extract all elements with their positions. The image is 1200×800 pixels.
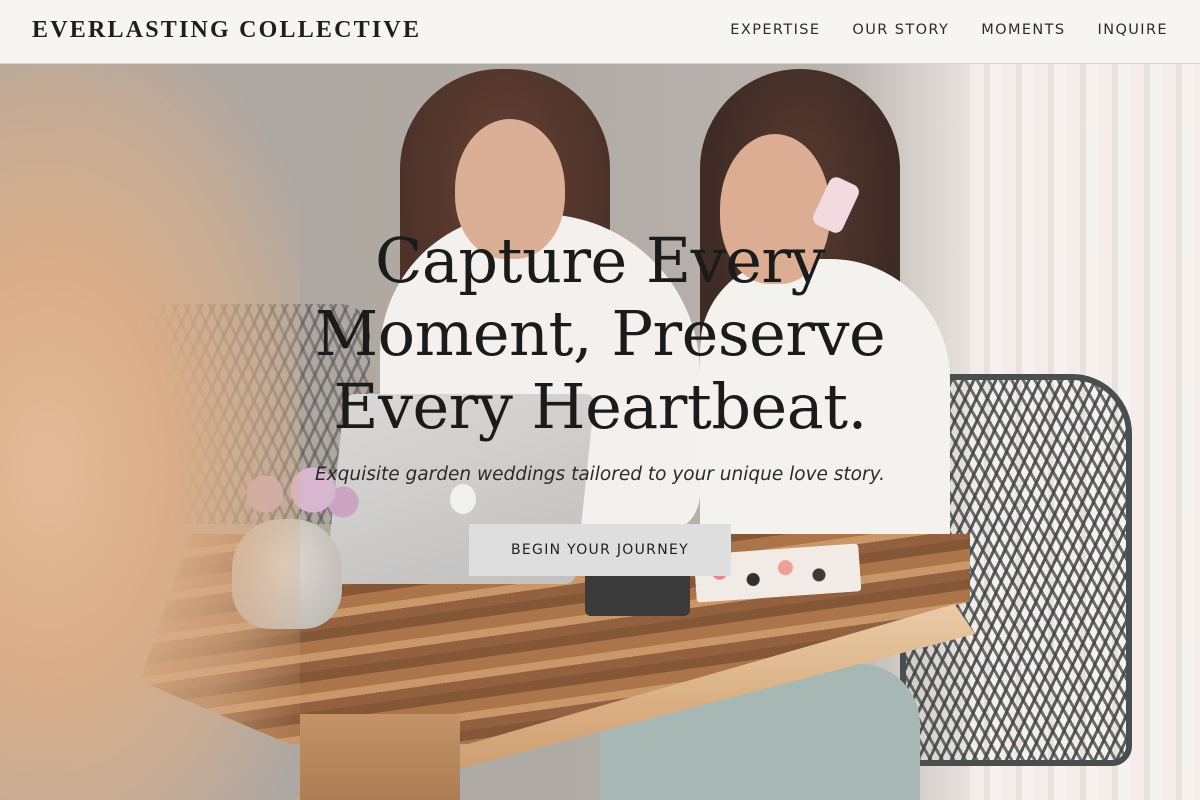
nav-link-our-story[interactable]: OUR STORY [852, 22, 949, 38]
nav-link-expertise[interactable]: EXPERTISE [730, 22, 820, 38]
site-header: EVERLASTING COLLECTIVE EXPERTISE OUR STO… [0, 0, 1200, 64]
begin-journey-button[interactable]: BEGIN YOUR JOURNEY [469, 524, 731, 576]
hero-headline: Capture Every Moment, Preserve Every Hea… [314, 224, 886, 443]
hero-section: Capture Every Moment, Preserve Every Hea… [0, 64, 1200, 800]
nav-link-moments[interactable]: MOMENTS [981, 22, 1065, 38]
nav-link-inquire[interactable]: INQUIRE [1098, 22, 1168, 38]
hero-subtitle: Exquisite garden weddings tailored to yo… [314, 464, 885, 485]
main-nav: EXPERTISE OUR STORY MOMENTS INQUIRE [730, 22, 1168, 38]
brand-logo[interactable]: EVERLASTING COLLECTIVE [32, 17, 421, 44]
